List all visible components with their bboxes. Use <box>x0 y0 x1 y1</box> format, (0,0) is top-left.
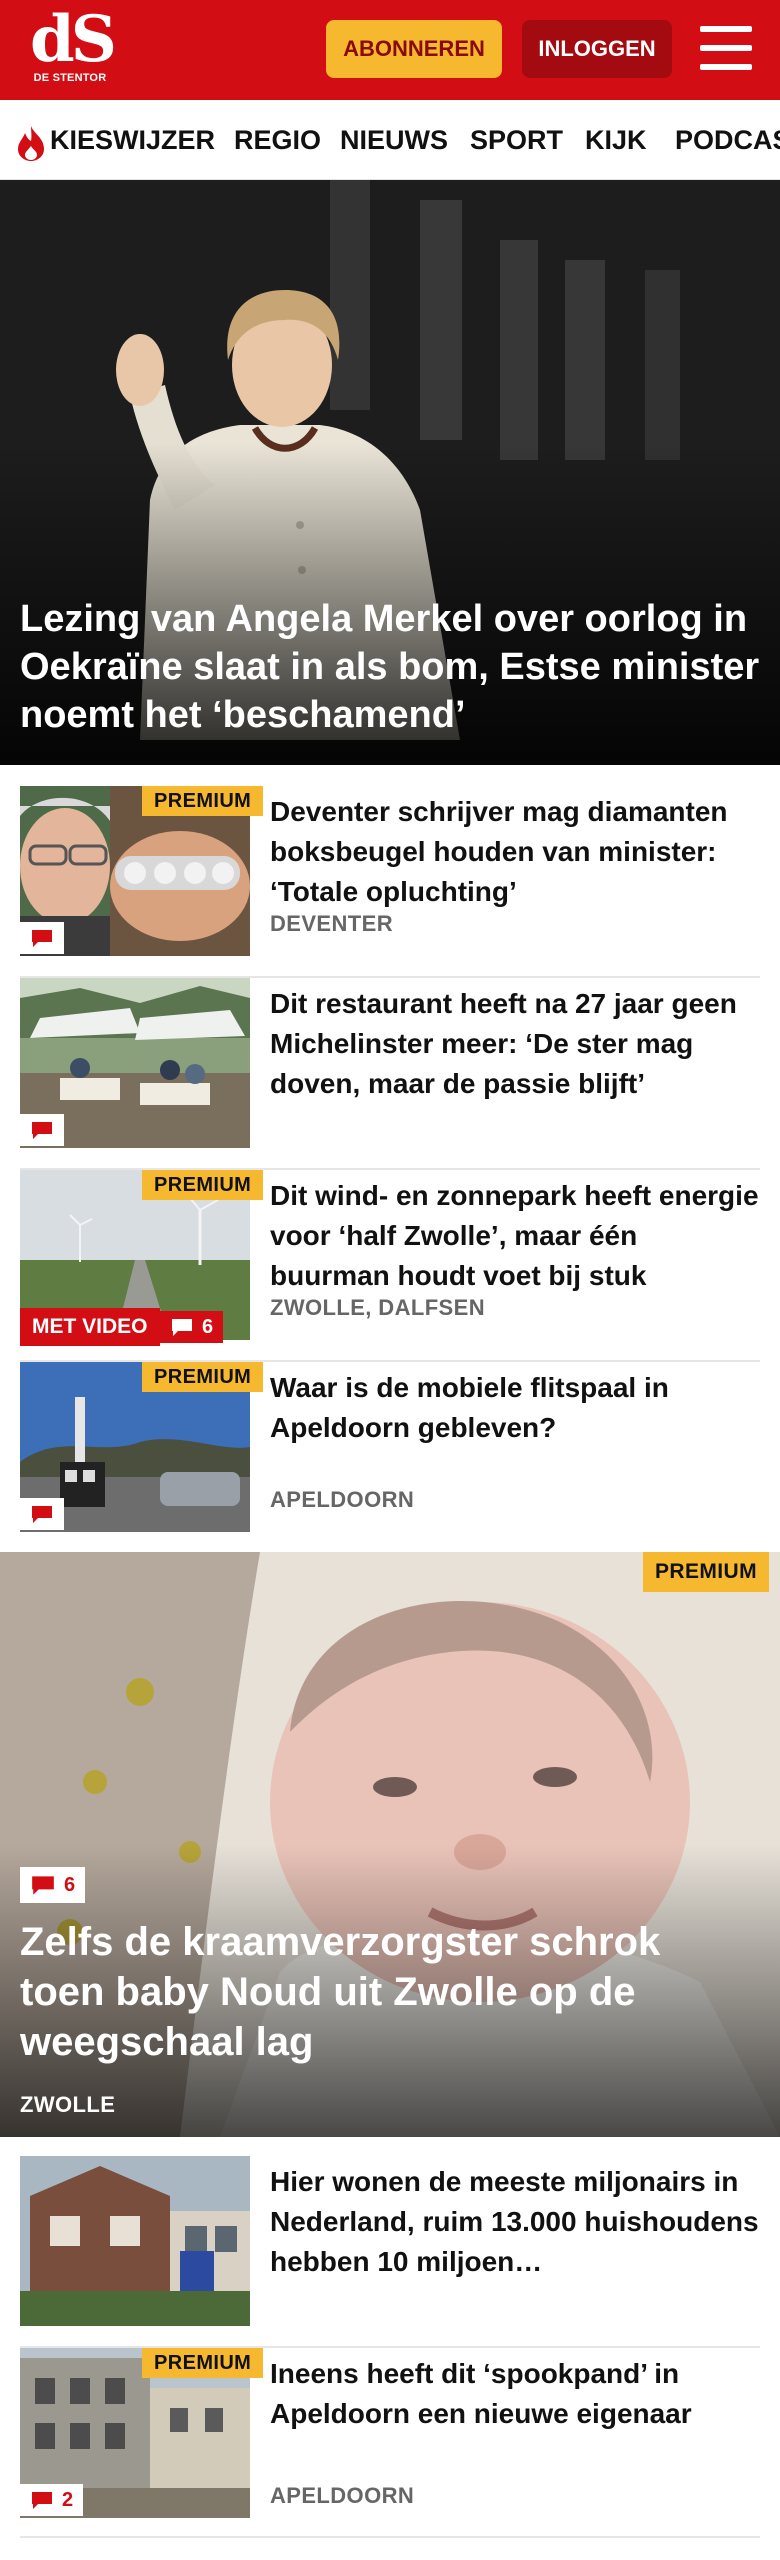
site-header: dS DE STENTOR ABONNEREN INLOGGEN <box>0 0 780 100</box>
hero-title[interactable]: Lezing van Angela Merkel over oorlog in … <box>20 595 765 739</box>
article-thumbnail <box>20 2156 250 2326</box>
nav-item-nieuws[interactable]: NIEUWS <box>340 100 448 179</box>
article-row[interactable]: PREMIUM MET VIDEO 6 Dit wind- en zonnepa… <box>20 1170 760 1362</box>
comment-count: 6 <box>64 1873 76 1896</box>
comment-count: 2 <box>62 2488 74 2511</box>
article-title[interactable]: Dit wind- en zonnepark heeft energie voo… <box>270 1176 760 1296</box>
comment-icon <box>32 2492 52 2509</box>
article-title[interactable]: Waar is de mobiele flitspaal in Apeldoor… <box>270 1368 760 1448</box>
article-location-tag: DEVENTER <box>270 911 393 936</box>
hamburger-icon[interactable] <box>700 26 752 70</box>
video-badge: MET VIDEO <box>20 1308 160 1346</box>
comment-badge[interactable] <box>20 1498 64 1530</box>
premium-badge: PREMIUM <box>142 1170 264 1200</box>
article-row[interactable]: Dit restaurant heeft na 27 jaar geen Mic… <box>20 978 760 1170</box>
article-location-tag: APELDOORN <box>270 1487 415 1512</box>
premium-badge: PREMIUM <box>142 2348 264 2378</box>
article-row[interactable]: Hier wonen de meeste miljonairs in Neder… <box>20 2156 760 2348</box>
subscribe-button[interactable]: ABONNEREN <box>326 20 502 78</box>
article-title[interactable]: Ineens heeft dit ‘spookpand’ in Apeldoor… <box>270 2354 760 2434</box>
login-button[interactable]: INLOGGEN <box>522 20 672 78</box>
comment-badge[interactable]: 6 <box>20 1867 86 1903</box>
comment-badge[interactable] <box>20 1114 64 1146</box>
article-row[interactable]: PREMIUM Waar is de mobiele flitspaal in … <box>20 1362 760 1554</box>
feature-article[interactable]: PREMIUM 6 Zelfs de kraamverzorgster schr… <box>0 1552 780 2137</box>
article-row[interactable]: PREMIUM 2 Ineens heeft dit ‘spookpand’ i… <box>20 2348 760 2538</box>
nav-item-podcast[interactable]: PODCAS <box>675 100 780 179</box>
article-title[interactable]: Hier wonen de meeste miljonairs in Neder… <box>270 2162 760 2282</box>
logo-subtitle: DE STENTOR <box>33 72 107 84</box>
article-title[interactable]: Deventer schrijver mag diamanten boksbeu… <box>270 792 760 912</box>
feature-title[interactable]: Zelfs de kraamverzorgster schrok toen ba… <box>20 1917 740 2067</box>
nav-item-kieswijzer[interactable]: KIESWIJZER <box>50 100 215 179</box>
comment-badge[interactable]: 2 <box>20 2484 84 2516</box>
comment-icon <box>32 930 52 947</box>
premium-badge: PREMIUM <box>142 1362 264 1392</box>
comment-badge[interactable] <box>20 922 64 954</box>
feature-location-tag: ZWOLLE <box>20 2092 116 2117</box>
article-row[interactable]: PREMIUM Deventer schrijver mag diamanten… <box>20 786 760 978</box>
comment-icon <box>32 1506 52 1523</box>
article-title[interactable]: Dit restaurant heeft na 27 jaar geen Mic… <box>270 984 760 1104</box>
comment-icon <box>32 1122 52 1139</box>
article-location-tag: ZWOLLE, DALFSEN <box>270 1295 485 1320</box>
comment-badge[interactable]: 6 <box>160 1311 224 1343</box>
comment-icon <box>172 1319 192 1336</box>
comment-icon <box>32 1876 54 1895</box>
section-nav: KIESWIJZER REGIO NIEUWS SPORT KIJK PODCA… <box>0 100 780 180</box>
nav-item-regio[interactable]: REGIO <box>234 100 321 179</box>
nav-item-sport[interactable]: SPORT <box>470 100 563 179</box>
hero-article[interactable]: Lezing van Angela Merkel over oorlog in … <box>0 180 780 765</box>
logo-mark: dS <box>30 2 117 77</box>
site-logo[interactable]: dS DE STENTOR <box>30 2 117 88</box>
nav-item-kijk[interactable]: KIJK <box>585 100 647 179</box>
premium-badge: PREMIUM <box>142 786 264 816</box>
flame-icon <box>18 126 44 161</box>
comment-count: 6 <box>202 1315 214 1338</box>
article-location-tag: APELDOORN <box>270 2483 415 2508</box>
premium-badge: PREMIUM <box>643 1552 769 1592</box>
